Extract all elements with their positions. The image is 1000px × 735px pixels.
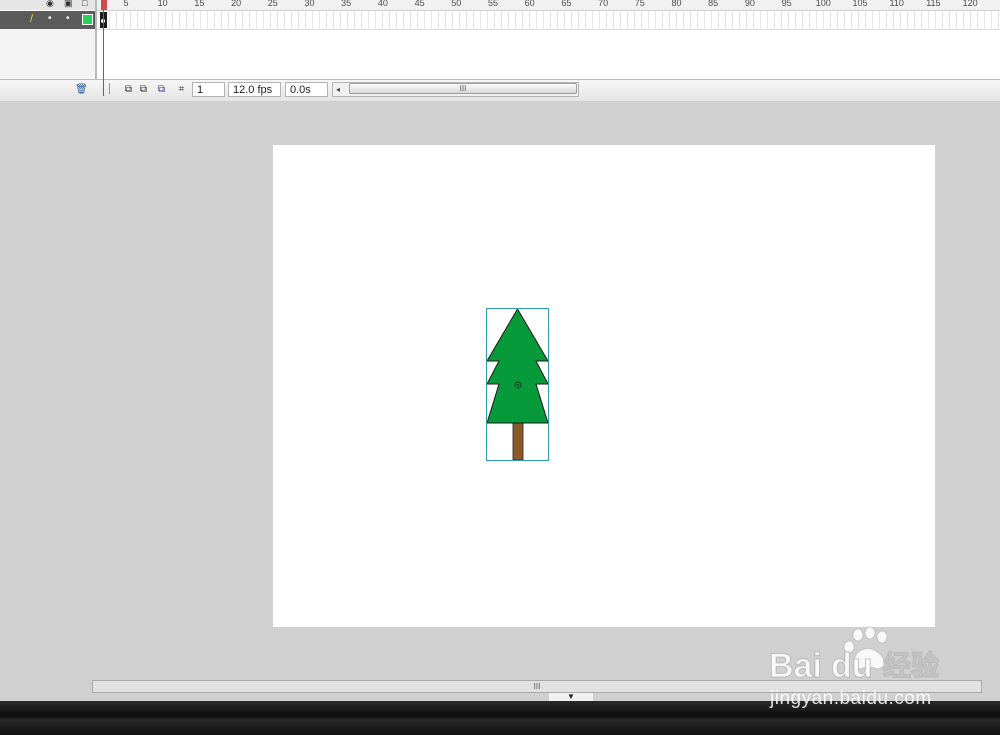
ruler-tick-label: 15 [194, 0, 205, 8]
layer-frames[interactable] [96, 11, 1000, 30]
ruler-tick-label: 70 [598, 0, 609, 8]
trash-icon[interactable]: 🗑 [75, 83, 88, 96]
onion-skin-icon[interactable]: ⧉ [122, 83, 135, 96]
frame-ruler[interactable]: 5 10 15 20 25 30 35 40 45 50 55 60 65 70 75 80 85 90 95 100… [96, 0, 1000, 11]
ruler-tick-label: 35 [341, 0, 352, 8]
ruler-tick-label: 60 [524, 0, 535, 8]
ruler-tick-label: 30 [304, 0, 315, 8]
ruler-tick-label: 80 [671, 0, 682, 8]
pencil-icon: / [30, 13, 34, 25]
svg-text:du: du [831, 647, 873, 685]
modify-onion-markers-icon[interactable]: ⌗ [175, 83, 188, 96]
playhead[interactable] [101, 0, 107, 10]
edit-multiple-frames-icon[interactable]: ⧉ [155, 83, 168, 96]
layer-header: ◉ ▣ □ [0, 0, 96, 10]
layer-row[interactable]: / • • [0, 11, 96, 29]
playhead-line [103, 10, 104, 96]
layer-color-icon[interactable] [82, 14, 93, 25]
ruler-tick-label: 85 [708, 0, 719, 8]
timeline-scroll-thumb[interactable]: III [349, 83, 577, 94]
eye-icon[interactable]: ◉ [46, 0, 54, 9]
svg-text:Bai: Bai [769, 647, 822, 685]
ruler-tick-label: 10 [157, 0, 168, 8]
ruler-tick-label: 115 [926, 0, 941, 8]
outline-icon[interactable]: □ [82, 0, 87, 8]
onion-outline-icon[interactable]: ⧉ [137, 83, 150, 96]
ruler-tick-label: 50 [451, 0, 462, 8]
ruler-tick-label: 20 [231, 0, 242, 8]
elapsed-time-field[interactable]: 0.0s [285, 82, 328, 97]
ruler-tick-label: 25 [267, 0, 278, 8]
frame-rate-field[interactable]: 12.0 fps [228, 82, 281, 97]
ruler-tick-label: 100 [815, 0, 831, 8]
lock-dot-icon[interactable]: • [66, 13, 70, 24]
collapse-panel-button[interactable]: ▼ [549, 693, 593, 701]
center-frame-icon[interactable]: ⏐ [103, 83, 116, 96]
ruler-tick-label: 110 [889, 0, 904, 8]
current-frame-field[interactable]: 1 [192, 82, 225, 97]
visibility-dot-icon[interactable]: • [48, 13, 52, 24]
paw-icon: Bai du 经验 [769, 626, 940, 686]
ruler-tick-label: 120 [962, 0, 978, 8]
stage-canvas[interactable] [273, 145, 935, 627]
ruler-tick-label: 45 [414, 0, 425, 8]
ruler-tick-label: 65 [561, 0, 572, 8]
ruler-tick-label: 75 [634, 0, 645, 8]
scroll-left-arrow-icon[interactable]: ◂ [336, 83, 340, 96]
lock-icon[interactable]: ▣ [64, 0, 73, 9]
ruler-tick-label: 5 [123, 0, 129, 8]
svg-text:经验: 经验 [883, 649, 939, 682]
watermark-url: jingyan.baidu.com [770, 688, 932, 709]
ruler-tick-label: 95 [781, 0, 792, 8]
ruler-tick-label: 40 [377, 0, 388, 8]
ruler-tick-label: 90 [744, 0, 755, 8]
baidu-watermark-logo: Bai du 经验 jingyan.baidu.com [765, 625, 995, 715]
selection-box [486, 308, 549, 461]
layer-list-empty [0, 29, 96, 79]
ruler-tick-label: 55 [487, 0, 498, 8]
ruler-tick-label: 105 [852, 0, 868, 8]
